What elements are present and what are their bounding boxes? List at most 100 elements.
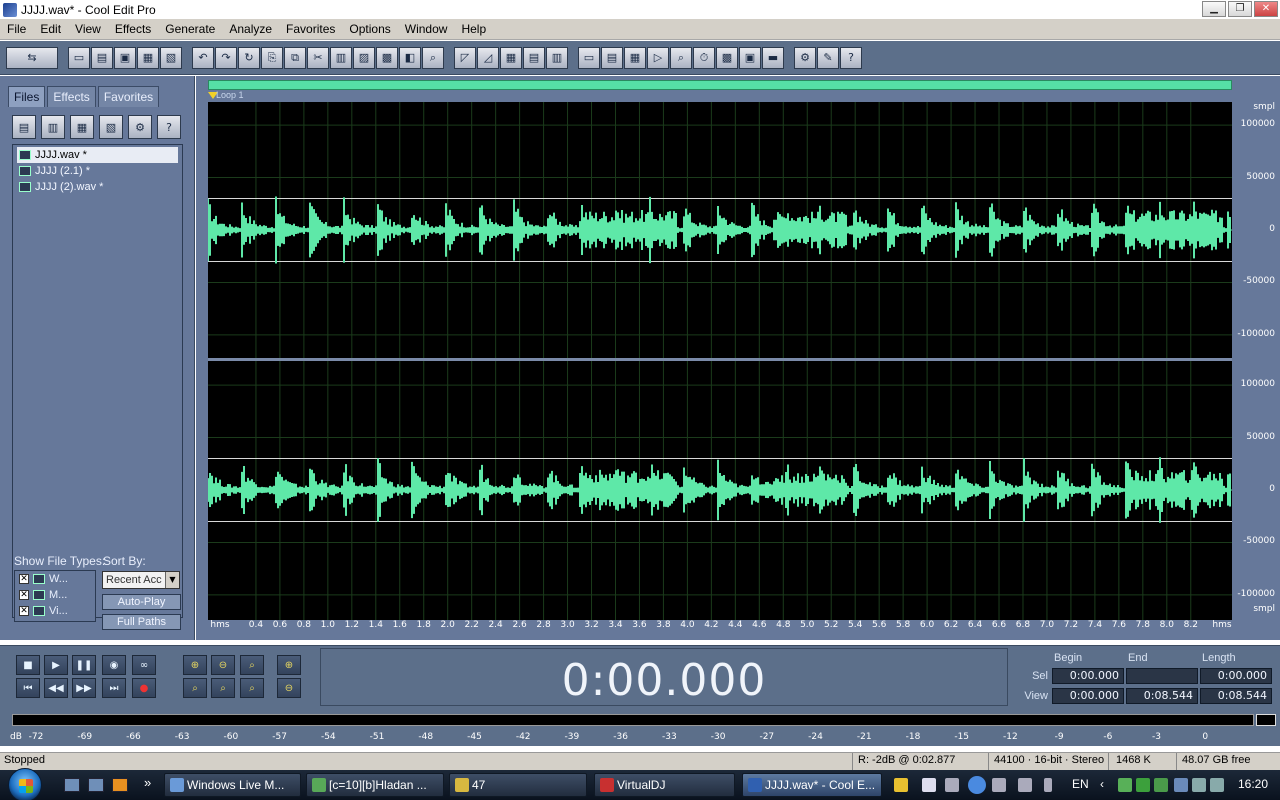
level-meter-icon[interactable]: ▣ <box>739 46 761 69</box>
clock[interactable]: 16:20 <box>1238 777 1268 791</box>
zoom-in-horizontal-icon[interactable]: ⊕ <box>183 655 207 675</box>
trim-icon[interactable]: ◧ <box>399 46 421 69</box>
open-file-icon[interactable]: ▤ <box>91 46 113 69</box>
stop-button[interactable]: ■ <box>16 655 40 675</box>
menu-analyze[interactable]: Analyze <box>222 22 279 36</box>
copy-new-icon[interactable]: ⎘ <box>261 46 283 69</box>
zoom-full-icon[interactable]: ⌕ <box>240 655 264 675</box>
paste-icon[interactable]: ▥ <box>330 46 352 69</box>
level-meter-peak[interactable] <box>1256 714 1276 726</box>
paste-new-icon[interactable]: ▨ <box>353 46 375 69</box>
list-item[interactable]: JJJJ (2.1) * <box>13 163 182 179</box>
taskbar-item[interactable]: [c=10][b]Hladan ... <box>306 773 444 797</box>
cut-icon[interactable]: ✂ <box>307 46 329 69</box>
file-type-video[interactable]: ✕ Vi... <box>15 603 95 619</box>
channel-separator[interactable] <box>208 358 1232 361</box>
sel-length-field[interactable]: 0:00.000 <box>1200 668 1272 684</box>
go-to-start-button[interactable]: ⏮ <box>16 678 40 698</box>
view-length-field[interactable]: 0:08.544 <box>1200 688 1272 704</box>
sel-end-field[interactable] <box>1126 668 1198 684</box>
minimize-button[interactable]: ▁ <box>1202 1 1226 17</box>
tray-play-icon[interactable] <box>968 776 986 794</box>
tray-v-icon[interactable] <box>1154 778 1168 792</box>
find-icon[interactable]: ⌕ <box>422 46 444 69</box>
menu-options[interactable]: Options <box>342 22 397 36</box>
save-all-icon[interactable]: ▧ <box>160 46 182 69</box>
view-end-field[interactable]: 0:08.544 <box>1126 688 1198 704</box>
tab-favorites[interactable]: Favorites <box>97 86 160 107</box>
menu-view[interactable]: View <box>68 22 108 36</box>
tray-security-icon[interactable] <box>1210 778 1224 792</box>
taskbar-item[interactable]: Windows Live M... <box>164 773 301 797</box>
overview-bar[interactable] <box>208 80 1232 90</box>
zoom-right-icon[interactable]: ⌕ <box>240 678 264 698</box>
maximize-button[interactable]: ❐ <box>1228 1 1252 17</box>
menu-window[interactable]: Window <box>398 22 455 36</box>
list-item[interactable]: JJJJ.wav * <box>17 147 178 163</box>
repeat-last-icon[interactable]: ↻ <box>238 46 260 69</box>
tray-media-icon[interactable] <box>894 778 908 792</box>
menu-favorites[interactable]: Favorites <box>279 22 342 36</box>
record-button[interactable]: ● <box>132 678 156 698</box>
tab-files[interactable]: Files <box>8 86 46 107</box>
help-icon[interactable]: ? <box>840 46 862 69</box>
zoom-in-vertical-icon[interactable]: ⊕ <box>277 655 301 675</box>
show-desktop-icon[interactable] <box>64 778 80 792</box>
language-indicator[interactable]: EN <box>1072 777 1089 791</box>
sort-by-select[interactable]: Recent Acc ▼ <box>102 571 180 589</box>
zoom-to-selection-icon[interactable]: ⌕ <box>183 678 207 698</box>
channels-icon[interactable]: ▥ <box>546 46 568 69</box>
bpm-icon[interactable]: ▩ <box>716 46 738 69</box>
mix-paste-icon[interactable]: ▩ <box>376 46 398 69</box>
normalize-icon[interactable]: ◿ <box>477 46 499 69</box>
multitrack-toggle-icon[interactable]: ⇆ <box>6 46 58 69</box>
taskbar-item[interactable]: VirtualDJ <box>594 773 735 797</box>
auto-play-button[interactable]: Auto-Play <box>102 594 181 610</box>
spectral-view-icon[interactable]: ▦ <box>500 46 522 69</box>
window-view-icon[interactable]: ▭ <box>578 46 600 69</box>
checkbox[interactable]: ✕ <box>19 590 29 600</box>
tray-speaker-icon[interactable] <box>1192 778 1206 792</box>
zoom-icon[interactable]: ⌕ <box>670 46 692 69</box>
loop-button[interactable]: ∞ <box>132 655 156 675</box>
insert-multitrack-icon[interactable]: ▧ <box>99 115 123 139</box>
chevron-left-icon[interactable]: ‹ <box>1100 777 1104 791</box>
media-player-icon[interactable] <box>112 778 128 792</box>
tray-prev-icon[interactable] <box>945 778 959 792</box>
status-bar-icon[interactable]: ▬ <box>762 46 784 69</box>
list-item[interactable]: JJJJ (2).wav * <box>13 179 182 195</box>
edit-file-icon[interactable]: ⚙ <box>128 115 152 139</box>
view-begin-field[interactable]: 0:00.000 <box>1052 688 1124 704</box>
scripts-icon[interactable]: ✎ <box>817 46 839 69</box>
new-file-icon[interactable]: ▭ <box>68 46 90 69</box>
rewind-button[interactable]: ◀◀ <box>44 678 68 698</box>
import-icon[interactable]: ▥ <box>41 115 65 139</box>
time-display-icon[interactable]: ⏱ <box>693 46 715 69</box>
menu-effects[interactable]: Effects <box>108 22 158 36</box>
zoom-out-vertical-icon[interactable]: ⊖ <box>277 678 301 698</box>
start-button[interactable] <box>8 768 42 800</box>
open-folder-icon[interactable]: ▤ <box>12 115 36 139</box>
go-to-end-button[interactable]: ⏭ <box>102 678 126 698</box>
menu-edit[interactable]: Edit <box>33 22 68 36</box>
tray-restore-icon[interactable] <box>1044 778 1052 792</box>
chevron-down-icon[interactable]: ▼ <box>165 572 179 588</box>
undo-icon[interactable]: ↶ <box>192 46 214 69</box>
settings-icon[interactable]: ⚙ <box>794 46 816 69</box>
waveform-view-icon[interactable]: ▤ <box>523 46 545 69</box>
menu-generate[interactable]: Generate <box>158 22 222 36</box>
zoom-left-icon[interactable]: ⌕ <box>211 678 235 698</box>
quicklaunch-overflow-icon[interactable]: » <box>144 775 151 790</box>
close-file-icon[interactable]: ▦ <box>70 115 94 139</box>
tray-next-icon[interactable] <box>992 778 1006 792</box>
play-to-end-button[interactable]: ◉ <box>102 655 126 675</box>
checkbox[interactable]: ✕ <box>19 606 29 616</box>
tab-effects[interactable]: Effects <box>47 86 96 107</box>
save-icon[interactable]: ▣ <box>114 46 136 69</box>
pause-button[interactable]: ❚❚ <box>72 655 96 675</box>
checkbox[interactable]: ✕ <box>19 574 29 584</box>
file-info-icon[interactable]: ▤ <box>601 46 623 69</box>
tray-stop-icon[interactable] <box>922 778 936 792</box>
taskbar-item[interactable]: JJJJ.wav* - Cool E... <box>742 773 882 797</box>
panel-help-icon[interactable]: ? <box>157 115 181 139</box>
